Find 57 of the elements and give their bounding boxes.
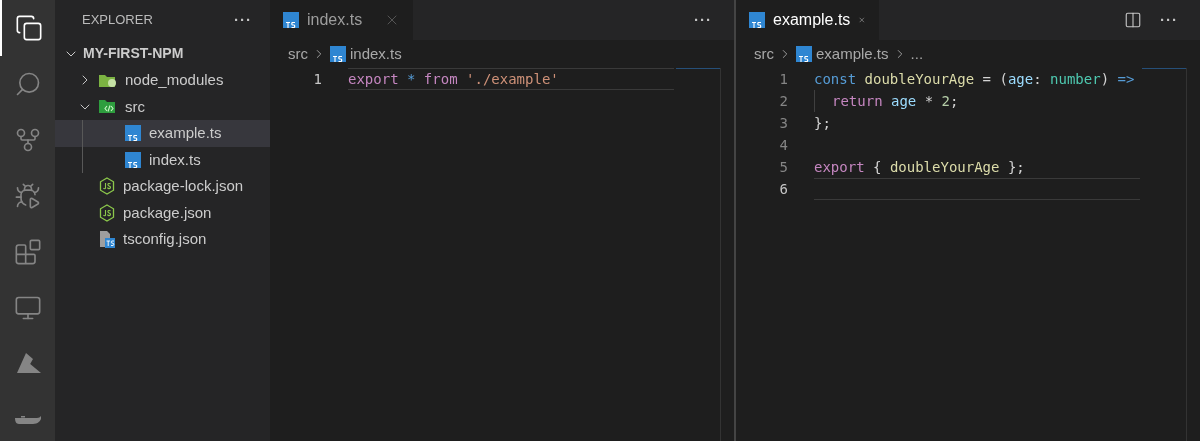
line-number: 2 — [778, 91, 788, 111]
code-line: const doubleYourAge = (age: number) => — [814, 69, 1136, 89]
hexagon-js-icon — [99, 177, 115, 196]
config-file-icon — [99, 230, 115, 249]
more-actions-button[interactable]: ··· — [234, 8, 252, 32]
mountain-logo-icon[interactable] — [14, 353, 41, 375]
file-name: package-lock.json — [123, 176, 244, 196]
line-number: 1 — [312, 69, 322, 89]
files-icon[interactable] — [14, 14, 43, 42]
line-number: 6 — [778, 179, 788, 199]
breadcrumb-item[interactable]: index.ts — [350, 42, 402, 66]
line-number: 1 — [778, 69, 788, 89]
folder-icon — [99, 72, 117, 88]
file-name: node_modules — [125, 70, 224, 90]
breadcrumb-item[interactable]: example.ts — [816, 42, 889, 66]
file-name: index.ts — [149, 149, 201, 170]
line-number: 4 — [778, 135, 788, 155]
code-line: export { doubleYourAge }; — [814, 157, 1026, 177]
tab-label: index.ts — [307, 10, 363, 30]
project-header[interactable]: MY-FIRST-NPM — [55, 40, 270, 67]
tree-item[interactable]: index.ts — [55, 146, 270, 173]
editor-tab[interactable]: index.ts — [270, 0, 413, 40]
file-name: src — [125, 96, 145, 117]
tree-item[interactable]: node_modules — [55, 67, 270, 94]
file-name: example.ts — [149, 123, 222, 143]
breadcrumb-item[interactable]: src — [754, 42, 774, 66]
sidebar-title: EXPLORER — [82, 11, 153, 30]
editor-tab[interactable]: example.ts — [736, 0, 879, 40]
typescript-file-icon — [796, 46, 812, 62]
tree-item[interactable]: tsconfig.json — [55, 226, 270, 253]
tree-item[interactable]: src — [55, 93, 270, 120]
file-name: tsconfig.json — [123, 229, 207, 249]
typescript-file-icon — [283, 12, 299, 28]
line-number: 3 — [778, 113, 788, 133]
typescript-file-icon — [749, 12, 765, 28]
hexagon-js-icon — [99, 203, 115, 222]
more-actions-button[interactable]: ··· — [1160, 8, 1178, 32]
tab-label: example.ts — [773, 10, 851, 30]
code-line: }; — [814, 113, 832, 133]
file-name: package.json — [123, 202, 212, 223]
split-editor-icon[interactable] — [1124, 11, 1142, 29]
tree-item[interactable]: example.ts — [55, 120, 270, 147]
extensions-icon[interactable] — [13, 238, 42, 266]
remote-monitor-icon[interactable] — [13, 294, 42, 322]
code-folder-icon — [99, 99, 117, 115]
breadcrumb-item[interactable]: src — [288, 42, 308, 66]
typescript-file-icon — [125, 151, 141, 168]
run-debug-icon[interactable] — [13, 182, 42, 210]
line-number: 5 — [778, 157, 788, 177]
typescript-file-icon — [330, 46, 346, 62]
more-actions-button[interactable]: ··· — [694, 8, 712, 32]
code-line: export * from './example' — [348, 68, 674, 90]
typescript-file-icon — [125, 125, 141, 142]
tree-item[interactable]: package.json — [55, 199, 270, 226]
breadcrumb-item[interactable]: ... — [910, 42, 924, 66]
tree-item[interactable]: package-lock.json — [55, 173, 270, 200]
code-line: return age * 2; — [814, 90, 1140, 112]
